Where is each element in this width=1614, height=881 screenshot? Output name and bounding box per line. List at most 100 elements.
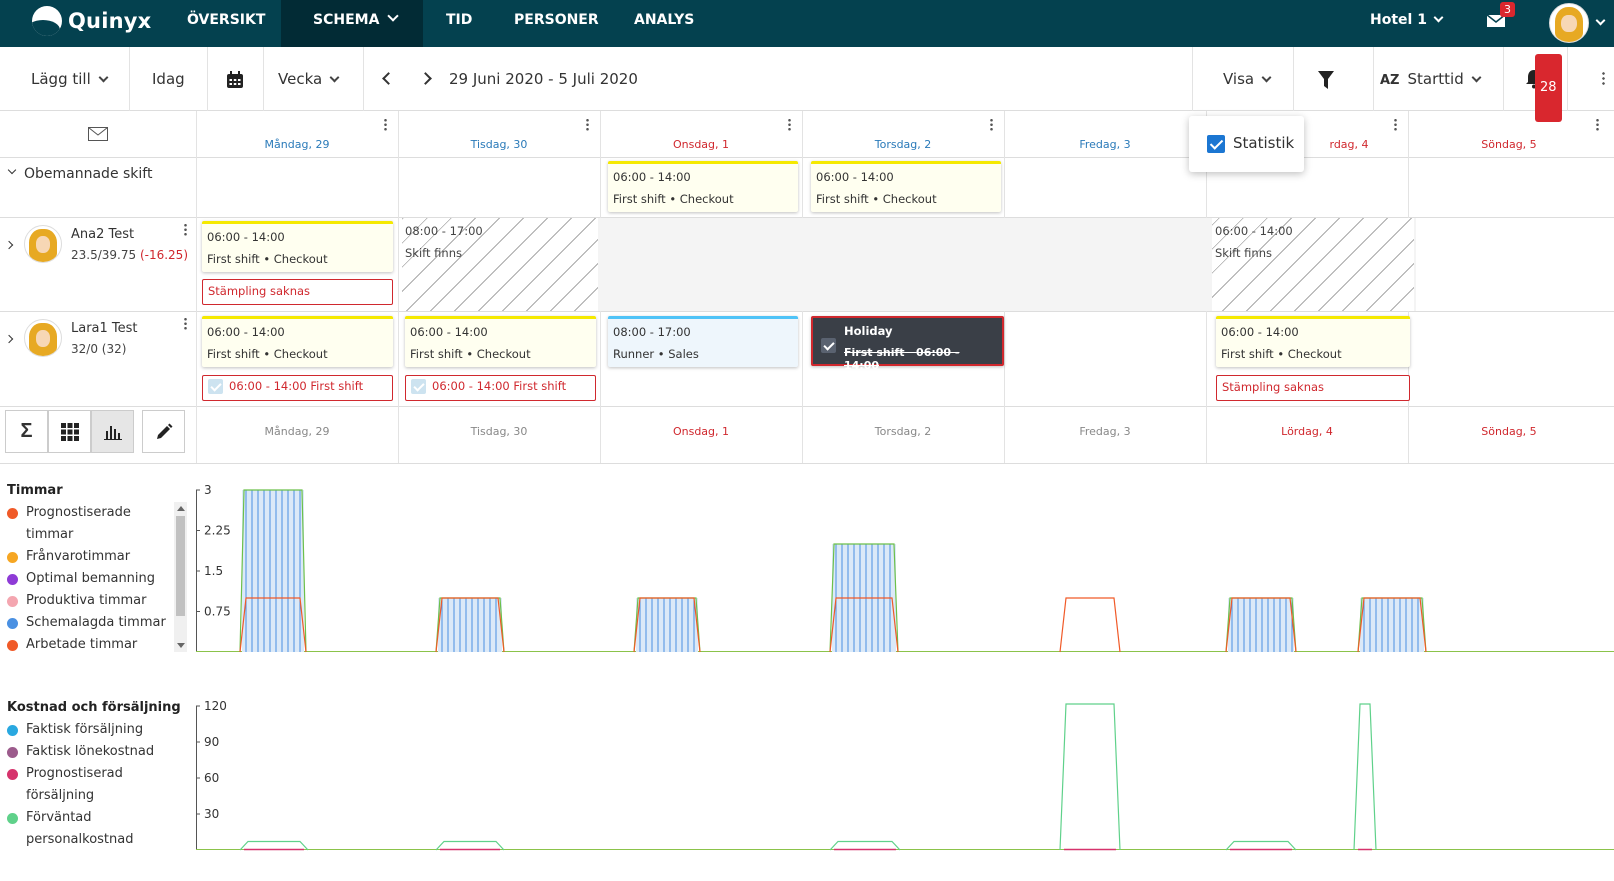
mail-icon[interactable]: [88, 127, 108, 141]
missing-punch-warning[interactable]: Stämpling saknas: [1216, 375, 1410, 401]
more-options-icon[interactable]: [184, 223, 187, 236]
check-icon: [208, 379, 223, 394]
employee-name: Lara1 Test: [71, 321, 138, 336]
bar-chart-icon: [103, 425, 122, 440]
legend-item[interactable]: Frånvarotimmar: [7, 546, 172, 568]
view-button[interactable]: Visa: [1192, 47, 1294, 111]
filter-button[interactable]: [1294, 47, 1374, 111]
messages-button[interactable]: 3: [1486, 2, 1515, 32]
quinyx-logo-icon: [32, 6, 62, 36]
legend-dot-icon: [7, 596, 18, 607]
quinyx-logo[interactable]: Quinyx: [32, 6, 151, 36]
more-options-icon[interactable]: [184, 317, 187, 330]
more-options-icon[interactable]: [990, 118, 993, 131]
legend-dot-icon: [7, 769, 18, 780]
expected-cost-line: [435, 840, 505, 851]
legend-label: Arbetade timmar: [26, 637, 138, 652]
day-header[interactable]: Tisdag, 30: [398, 138, 600, 151]
legend-label: Produktiva timmar: [26, 593, 147, 608]
day-header[interactable]: Fredag, 3: [1004, 138, 1206, 151]
legend-item[interactable]: Prognostiserad försäljning: [7, 763, 185, 807]
cost-legend-title: Kostnad och försäljning: [7, 700, 181, 715]
legend-item[interactable]: Prognostiserade timmar: [7, 502, 172, 546]
sigma-icon: Σ: [20, 420, 33, 442]
employee-lara[interactable]: Lara1 Test 32/0 (32): [71, 321, 138, 356]
nav-tid[interactable]: TID: [434, 0, 484, 47]
legend-scrollbar[interactable]: [174, 502, 187, 652]
chevron-down-icon[interactable]: [7, 165, 17, 175]
legend-dot-icon: [7, 618, 18, 629]
edit-button[interactable]: [142, 410, 185, 453]
check-icon: [821, 338, 836, 353]
chart-view-button[interactable]: [91, 410, 134, 453]
legend-item[interactable]: Schemalagda timmar: [7, 612, 172, 634]
legend-item[interactable]: Arbetade timmar: [7, 634, 172, 656]
missing-punch-warning[interactable]: Stämpling saknas: [202, 279, 393, 305]
statistik-checkbox[interactable]: [1207, 135, 1225, 153]
divider: [0, 311, 1614, 312]
holiday-shift-card[interactable]: Holiday First shift 06:00 - 14:00: [811, 316, 1004, 372]
employee-hours: 32/0: [71, 342, 98, 356]
stats-day-header: Tisdag, 30: [470, 425, 528, 438]
day-header[interactable]: Torsdag, 2: [802, 138, 1004, 151]
pencil-icon: [156, 423, 172, 439]
nav-schema[interactable]: SCHEMA: [281, 0, 423, 47]
y-tick-label: 30: [204, 807, 219, 821]
hours-legend-title: Timmar: [7, 483, 63, 498]
chevron-down-icon: [1471, 72, 1482, 83]
y-tick-label: 2.25: [204, 524, 231, 538]
legend-item[interactable]: Optimal bemanning: [7, 568, 172, 590]
grid-icon: [60, 422, 79, 441]
shift-card[interactable]: 06:00 - 14:00 First shift • Checkout: [202, 221, 393, 272]
legend-label: Prognostiserad försäljning: [26, 766, 123, 803]
shift-card[interactable]: 08:00 - 17:00 Runner • Sales: [608, 316, 798, 367]
expected-cost-line: [1225, 840, 1297, 851]
shift-card[interactable]: 06:00 - 14:00 First shift • Checkout: [811, 161, 1001, 212]
grid-view-button[interactable]: [48, 410, 91, 453]
chevron-right-icon[interactable]: [4, 334, 14, 344]
date-range: 29 Juni 2020 - 5 Juli 2020: [449, 70, 638, 88]
legend-item[interactable]: Faktisk lönekostnad: [7, 741, 185, 763]
shift-card[interactable]: 06:00 - 14:00 First shift • Checkout: [608, 161, 798, 212]
more-options-icon[interactable]: [1394, 118, 1397, 131]
chevron-down-icon: [1433, 12, 1444, 23]
punch-card[interactable]: 06:00 - 14:00 First shift: [405, 375, 596, 401]
day-header[interactable]: Söndag, 5: [1408, 138, 1610, 151]
shift-card[interactable]: 06:00 - 14:00 First shift • Checkout: [202, 316, 393, 367]
nav-analys[interactable]: ANALYS: [622, 0, 706, 47]
notifications-button[interactable]: 28: [1504, 47, 1568, 122]
add-button[interactable]: Lägg till: [18, 47, 130, 111]
nav-personer[interactable]: PERSONER: [502, 0, 611, 47]
previous-week-button[interactable]: [382, 72, 395, 85]
more-options-icon[interactable]: [1596, 118, 1599, 131]
nav-oversikt[interactable]: ÖVERSIKT: [175, 0, 277, 47]
unit-selector[interactable]: Hotel 1: [1370, 0, 1444, 40]
legend-item[interactable]: Produktiva timmar: [7, 590, 172, 612]
user-menu[interactable]: [1549, 3, 1606, 43]
stats-day-header: Måndag, 29: [264, 425, 330, 438]
expected-cost-line: [1059, 703, 1121, 851]
day-header[interactable]: Måndag, 29: [196, 138, 398, 151]
next-week-button[interactable]: [419, 72, 432, 85]
y-tick-label: 60: [204, 771, 219, 785]
sum-button[interactable]: Σ: [5, 410, 48, 453]
legend-item[interactable]: Faktisk försäljning: [7, 719, 185, 741]
day-header[interactable]: Onsdag, 1: [600, 138, 802, 151]
shift-card[interactable]: 06:00 - 14:00 First shift • Checkout: [1216, 316, 1410, 367]
chevron-right-icon[interactable]: [4, 240, 14, 250]
more-options-icon[interactable]: [1602, 71, 1605, 86]
period-selector[interactable]: Vecka: [264, 47, 364, 111]
more-options-icon[interactable]: [586, 118, 589, 131]
stats-day-header: Onsdag, 1: [672, 425, 730, 438]
top-navigation: Quinyx ÖVERSIKT SCHEMA TID PERSONER ANAL…: [0, 0, 1614, 47]
punch-card[interactable]: 06:00 - 14:00 First shift: [202, 375, 393, 401]
more-options-icon[interactable]: [788, 118, 791, 131]
legend-label: Schemalagda timmar: [26, 615, 166, 630]
today-button[interactable]: Idag: [130, 47, 208, 111]
shift-card[interactable]: 06:00 - 14:00 First shift • Checkout: [405, 316, 596, 367]
sort-selector[interactable]: AZ Starttid: [1374, 47, 1504, 111]
legend-item[interactable]: Förväntad personalkostnad: [7, 807, 185, 851]
employee-ana[interactable]: Ana2 Test 23.5/39.75 (-16.25): [71, 227, 188, 262]
more-options-icon[interactable]: [384, 118, 387, 131]
calendar-button[interactable]: [208, 47, 264, 111]
